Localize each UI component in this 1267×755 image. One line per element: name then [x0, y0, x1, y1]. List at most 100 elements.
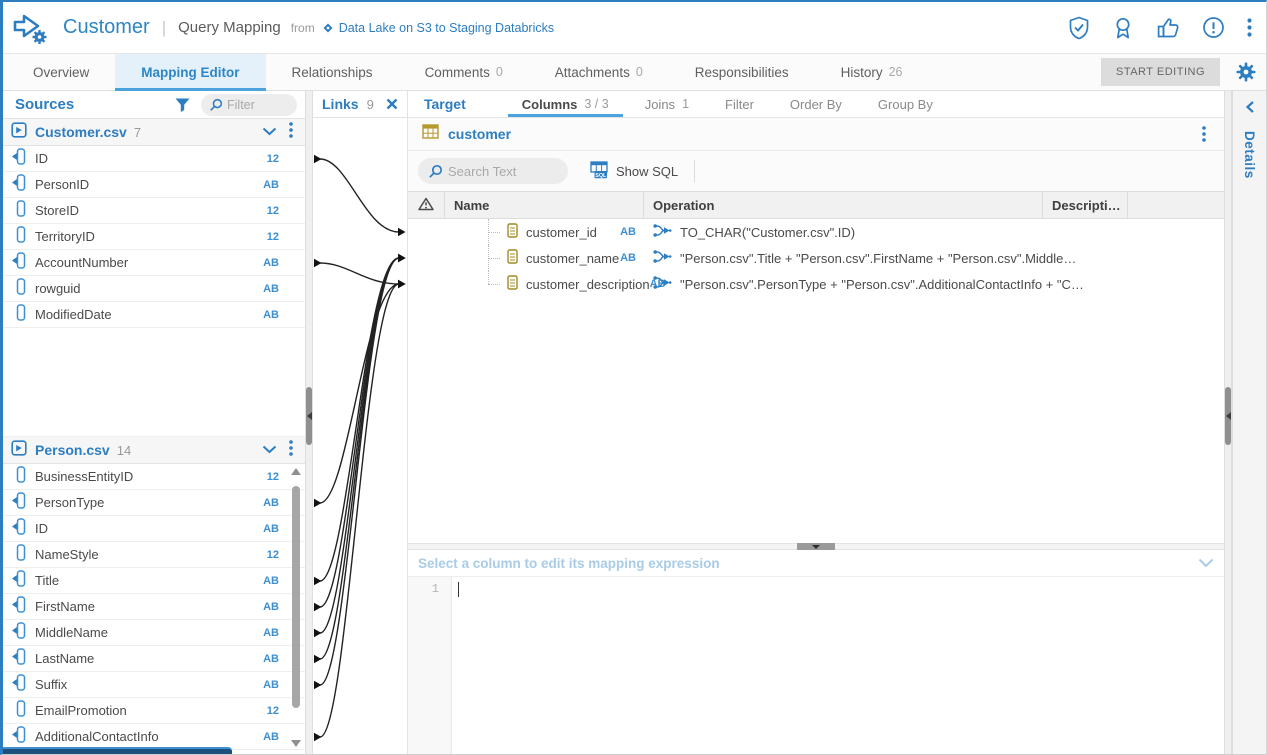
chevron-left-icon[interactable]	[1244, 100, 1256, 119]
source-column-row[interactable]: ModifiedDateAB	[3, 302, 305, 328]
name-column-header[interactable]: Name	[445, 192, 644, 218]
source-column-row[interactable]: FirstNameAB	[3, 594, 305, 620]
target-tab-label: Order By	[790, 97, 842, 112]
editor-placeholder-text: Select a column to edit its mapping expr…	[418, 556, 720, 571]
code-input-area[interactable]	[452, 577, 1224, 754]
source-column-row[interactable]: SuffixAB	[3, 672, 305, 698]
expression-editor: Select a column to edit its mapping expr…	[408, 550, 1224, 754]
target-tab-label: Columns	[522, 97, 578, 112]
svg-text:SQL: SQL	[595, 172, 607, 178]
details-collapse-handle[interactable]	[1225, 387, 1231, 445]
source-column-name: Title	[35, 573, 59, 588]
source-column-row[interactable]: PersonIDAB	[3, 172, 305, 198]
chevron-down-icon[interactable]	[262, 441, 277, 459]
column-type-badge: 12	[267, 549, 279, 561]
scrollbar-thumb[interactable]	[292, 486, 300, 708]
tab-mapping-editor[interactable]: Mapping Editor	[115, 54, 265, 90]
source-column-row[interactable]: rowguidAB	[3, 276, 305, 302]
row-operation-cell: "Person.csv".PersonType + "Person.csv".A…	[644, 275, 1224, 293]
settings-gear-icon[interactable]	[1236, 62, 1256, 82]
target-column-row[interactable]: customer_nameAB"Person.csv".Title + "Per…	[408, 245, 1224, 271]
source-column-row[interactable]: IDAB	[3, 516, 305, 542]
kebab-menu-icon[interactable]	[289, 440, 293, 461]
source-column-row[interactable]: StoreID12	[3, 198, 305, 224]
target-column-row[interactable]: customer_descriptionAB"Person.csv".Perso…	[408, 271, 1224, 297]
editor-splitter[interactable]	[408, 543, 1224, 550]
filter-funnel-icon[interactable]	[174, 97, 191, 113]
source-column-name: TerritoryID	[35, 229, 95, 244]
title-separator: |	[162, 18, 166, 38]
line-number-gutter: 1	[408, 577, 452, 754]
operation-expression: "Person.csv".Title + "Person.csv".FirstN…	[680, 251, 1076, 266]
chevron-down-icon[interactable]	[262, 123, 277, 141]
tab-comments[interactable]: Comments0	[399, 54, 529, 90]
source-column-row[interactable]: TerritoryID12	[3, 224, 305, 250]
column-type-badge: AB	[263, 309, 279, 321]
target-tab-filter[interactable]: Filter	[707, 91, 772, 117]
target-tab-columns[interactable]: Columns3 / 3	[504, 91, 627, 117]
tree-connector	[481, 245, 507, 271]
chevron-down-icon[interactable]	[1198, 558, 1214, 568]
column-type-badge: AB	[263, 497, 279, 509]
column-icon	[12, 226, 26, 248]
source-column-row[interactable]: PersonTypeAB	[3, 490, 305, 516]
tab-responsibilities[interactable]: Responsibilities	[669, 54, 815, 90]
table-kebab-menu-icon[interactable]	[1202, 126, 1210, 142]
source-column-row[interactable]: NameStyle12	[3, 542, 305, 568]
linked-column-icon	[12, 174, 26, 196]
source-group-header-customer-csv[interactable]: Customer.csv7	[3, 119, 305, 146]
tab-relationships[interactable]: Relationships	[266, 54, 399, 90]
close-icon[interactable]	[386, 98, 398, 110]
linked-column-icon	[12, 648, 26, 670]
target-panel-title: Target	[408, 96, 482, 112]
column-type-badge: AB	[263, 731, 279, 743]
target-column-row[interactable]: customer_idABTO_CHAR("Customer.csv".ID)	[408, 219, 1224, 245]
source-column-row[interactable]: AccountNumberAB	[3, 250, 305, 276]
certificate-icon[interactable]	[1112, 16, 1134, 40]
source-column-row[interactable]: EmailPromotion12	[3, 698, 305, 724]
scroll-down-arrow-icon[interactable]	[291, 740, 301, 747]
source-column-row[interactable]: LastNameAB	[3, 646, 305, 672]
source-column-row[interactable]: BusinessEntityID12	[3, 464, 305, 490]
target-tab-label: Filter	[725, 97, 754, 112]
row-operation-cell: TO_CHAR("Customer.csv".ID)	[644, 223, 1224, 241]
thumbs-up-icon[interactable]	[1156, 17, 1180, 39]
linked-column-icon	[12, 596, 26, 618]
source-column-name: MiddleName	[35, 625, 108, 640]
source-column-row[interactable]: MiddleName AB	[3, 620, 305, 646]
target-tab-joins[interactable]: Joins1	[627, 91, 707, 117]
top-bar: Customer | Query Mapping from Data Lake …	[3, 2, 1266, 54]
description-column-header[interactable]: Descripti…	[1043, 192, 1128, 218]
warning-column-header[interactable]	[408, 192, 445, 218]
sources-collapse-handle[interactable]	[306, 387, 312, 445]
source-column-name: Suffix	[35, 677, 67, 692]
source-group-header-person-csv[interactable]: Person.csv14	[3, 437, 305, 464]
scroll-up-arrow-icon[interactable]	[291, 468, 301, 475]
from-label: from	[291, 21, 315, 35]
start-editing-button[interactable]: START EDITING	[1101, 58, 1220, 86]
alert-circle-icon[interactable]	[1202, 16, 1225, 39]
column-type-badge: AB	[263, 627, 279, 639]
shield-check-icon[interactable]	[1068, 16, 1090, 40]
show-sql-button[interactable]: SQL Show SQL	[590, 161, 678, 182]
column-type-badge: AB	[263, 575, 279, 587]
links-canvas: Links 9	[313, 91, 408, 754]
linked-column-icon	[12, 622, 26, 644]
operation-column-header[interactable]: Operation	[644, 192, 1043, 218]
tab-overview[interactable]: Overview	[7, 54, 115, 90]
tab-attachments[interactable]: Attachments0	[529, 54, 669, 90]
target-tab-order-by[interactable]: Order By	[772, 91, 860, 117]
details-tab-label[interactable]: Details	[1242, 131, 1257, 179]
source-column-name: AccountNumber	[35, 255, 128, 270]
tab-history[interactable]: History26	[815, 54, 929, 90]
kebab-menu-icon[interactable]	[289, 122, 293, 143]
editor-splitter-handle[interactable]	[797, 543, 835, 550]
kebab-menu-icon[interactable]	[1247, 18, 1252, 37]
person-list-scrollbar[interactable]	[290, 466, 302, 749]
source-column-row[interactable]: Title AB	[3, 568, 305, 594]
breadcrumb[interactable]: Data Lake on S3 to Staging Databricks	[339, 21, 554, 35]
source-column-row[interactable]: ID12	[3, 146, 305, 172]
target-tab-group-by[interactable]: Group By	[860, 91, 951, 117]
details-splitter[interactable]	[1224, 91, 1232, 754]
sources-splitter[interactable]	[305, 91, 313, 754]
